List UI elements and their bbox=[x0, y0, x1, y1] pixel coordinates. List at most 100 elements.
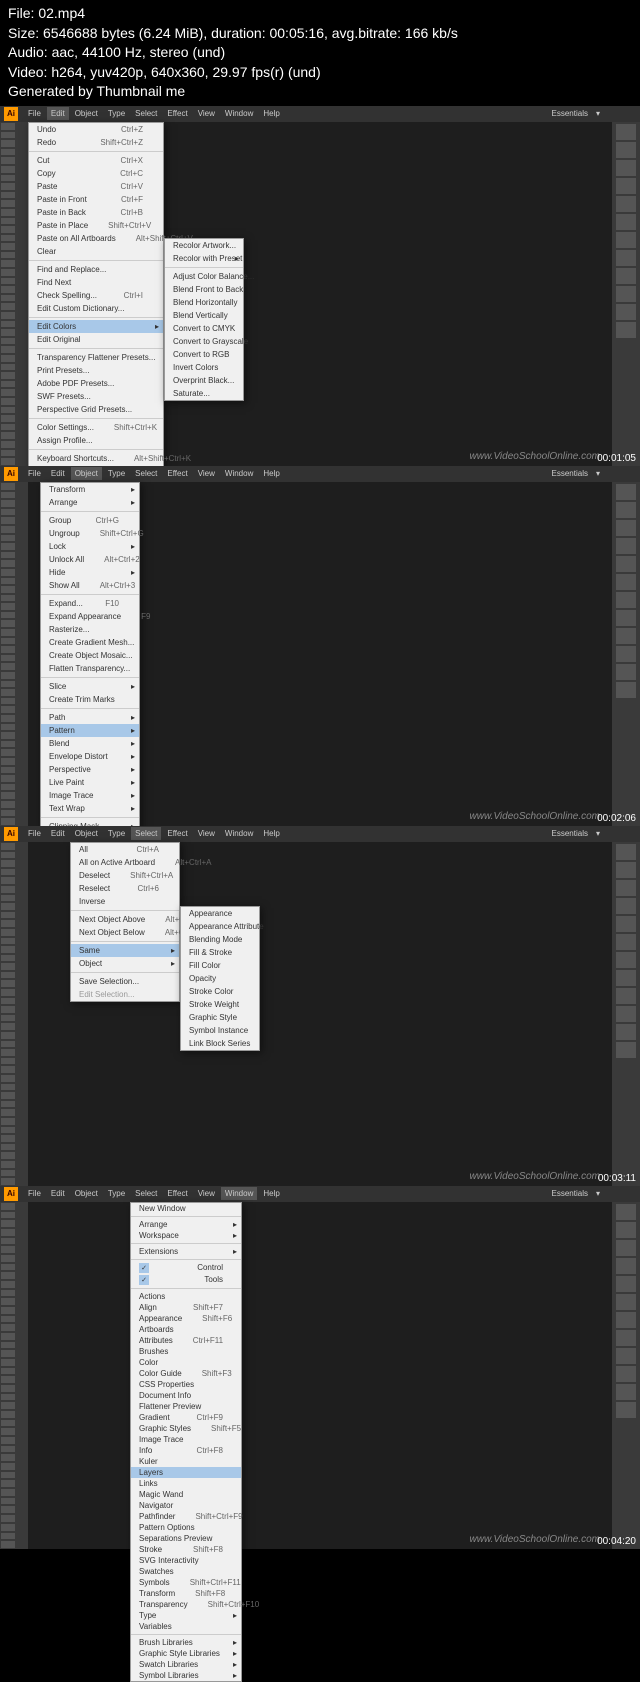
menu-item[interactable]: Color bbox=[131, 1357, 241, 1368]
panel-icon[interactable] bbox=[616, 646, 636, 662]
menu-item[interactable]: Type▸ bbox=[131, 1610, 241, 1621]
menu-item[interactable]: Lock▸ bbox=[41, 540, 139, 553]
menu-item[interactable]: Envelope Distort▸ bbox=[41, 750, 139, 763]
workspace-switcher[interactable]: Essentials ▾ bbox=[548, 106, 600, 122]
tool-icon[interactable] bbox=[1, 183, 15, 190]
tool-icon[interactable] bbox=[1, 1428, 15, 1435]
tool-icon[interactable] bbox=[1, 1229, 15, 1236]
menu-item[interactable]: Fill Color bbox=[181, 959, 259, 972]
panel-icon[interactable] bbox=[616, 1276, 636, 1292]
tool-icon[interactable] bbox=[1, 389, 15, 396]
tool-icon[interactable] bbox=[1, 1350, 15, 1357]
menu-object[interactable]: Object bbox=[71, 827, 102, 840]
tool-icon[interactable] bbox=[1, 767, 15, 774]
edit-colors-submenu[interactable]: Recolor Artwork...Recolor with Preset▸Ad… bbox=[164, 238, 244, 401]
menu-effect[interactable]: Effect bbox=[163, 827, 191, 840]
tool-icon[interactable] bbox=[1, 646, 15, 653]
menu-item[interactable]: Object▸ bbox=[71, 957, 179, 970]
tool-icon[interactable] bbox=[1, 955, 15, 962]
menu-item[interactable]: Variables bbox=[131, 1621, 241, 1632]
tool-icon[interactable] bbox=[1, 321, 15, 328]
tool-icon[interactable] bbox=[1, 989, 15, 996]
tool-icon[interactable] bbox=[1, 209, 15, 216]
menu-item[interactable]: TransformShift+F8 bbox=[131, 1588, 241, 1599]
menu-item[interactable]: Edit Selection... bbox=[71, 988, 179, 1001]
menu-item[interactable]: Clear bbox=[29, 245, 163, 258]
tool-icon[interactable] bbox=[1, 689, 15, 696]
tool-icon[interactable] bbox=[1, 1264, 15, 1271]
menu-window[interactable]: Window bbox=[221, 467, 257, 480]
tool-icon[interactable] bbox=[1, 1144, 15, 1151]
menu-item[interactable]: CutCtrl+X bbox=[29, 154, 163, 167]
menu-item[interactable]: Paste on All ArtboardsAlt+Shift+Ctrl+V bbox=[29, 232, 163, 245]
tool-icon[interactable] bbox=[1, 355, 15, 362]
panel-icon[interactable] bbox=[616, 556, 636, 572]
tool-icon[interactable] bbox=[1, 1203, 15, 1210]
menu-item[interactable]: Blend Vertically bbox=[165, 309, 243, 322]
menu-item[interactable]: Path▸ bbox=[41, 711, 139, 724]
menu-item[interactable]: Link Block Series bbox=[181, 1037, 259, 1050]
tool-icon[interactable] bbox=[1, 852, 15, 859]
tool-icon[interactable] bbox=[1, 303, 15, 310]
tool-icon[interactable] bbox=[1, 784, 15, 791]
menu-help[interactable]: Help bbox=[259, 1187, 283, 1200]
tool-icon[interactable] bbox=[1, 929, 15, 936]
tool-icon[interactable] bbox=[1, 715, 15, 722]
tool-icon[interactable] bbox=[1, 132, 15, 139]
menu-item[interactable]: DeselectShift+Ctrl+A bbox=[71, 869, 179, 882]
menu-file[interactable]: File bbox=[24, 107, 45, 120]
tool-icon[interactable] bbox=[1, 1402, 15, 1409]
menu-item[interactable]: Recolor Artwork... bbox=[165, 239, 243, 252]
menu-item[interactable]: AlignShift+F7 bbox=[131, 1302, 241, 1313]
tool-icon[interactable] bbox=[1, 329, 15, 336]
tool-icon[interactable] bbox=[1, 706, 15, 713]
panel-icon[interactable] bbox=[616, 214, 636, 230]
menu-item[interactable]: Arrange▸ bbox=[131, 1219, 241, 1230]
tool-icon[interactable] bbox=[1, 192, 15, 199]
tool-icon[interactable] bbox=[1, 364, 15, 371]
tool-icon[interactable] bbox=[1, 972, 15, 979]
panel-icon[interactable] bbox=[616, 610, 636, 626]
menu-item[interactable]: Keyboard Shortcuts...Alt+Shift+Ctrl+K bbox=[29, 452, 163, 465]
menu-item[interactable]: Stroke Weight bbox=[181, 998, 259, 1011]
menu-item[interactable]: Edit Colors▸ bbox=[29, 320, 163, 333]
menu-item[interactable]: PathfinderShift+Ctrl+F9 bbox=[131, 1511, 241, 1522]
tool-icon[interactable] bbox=[1, 140, 15, 147]
tool-icon[interactable] bbox=[1, 1032, 15, 1039]
tool-icon[interactable] bbox=[1, 810, 15, 817]
menu-item[interactable]: Arrange▸ bbox=[41, 496, 139, 509]
panel-icon[interactable] bbox=[616, 502, 636, 518]
menu-item[interactable]: Stroke Color bbox=[181, 985, 259, 998]
panel-icon[interactable] bbox=[616, 196, 636, 212]
tool-icon[interactable] bbox=[1, 1533, 15, 1540]
tool-icon[interactable] bbox=[1, 1246, 15, 1253]
tool-icon[interactable] bbox=[1, 1506, 15, 1513]
menu-item[interactable]: PasteCtrl+V bbox=[29, 180, 163, 193]
tool-icon[interactable] bbox=[1, 381, 15, 388]
menu-item[interactable]: AttributesCtrl+F11 bbox=[131, 1335, 241, 1346]
tool-icon[interactable] bbox=[1, 920, 15, 927]
tool-icon[interactable] bbox=[1, 526, 15, 533]
menu-item[interactable]: Opacity bbox=[181, 972, 259, 985]
menu-item[interactable]: Perspective Grid Presets... bbox=[29, 403, 163, 416]
panel-icon[interactable] bbox=[616, 970, 636, 986]
tool-icon[interactable] bbox=[1, 1084, 15, 1091]
tool-icon[interactable] bbox=[1, 1489, 15, 1496]
menu-item[interactable]: Same▸ bbox=[71, 944, 179, 957]
tool-icon[interactable] bbox=[1, 1385, 15, 1392]
menu-edit[interactable]: Edit bbox=[47, 1187, 69, 1200]
tool-icon[interactable] bbox=[1, 860, 15, 867]
menu-item[interactable]: RedoShift+Ctrl+Z bbox=[29, 136, 163, 149]
tool-icon[interactable] bbox=[1, 424, 15, 431]
tools-panel[interactable] bbox=[0, 122, 28, 466]
menu-type[interactable]: Type bbox=[104, 1187, 129, 1200]
menu-item[interactable]: Blend Horizontally bbox=[165, 296, 243, 309]
menu-window[interactable]: Window bbox=[221, 1187, 257, 1200]
menu-item[interactable]: Symbol Instance bbox=[181, 1024, 259, 1037]
workspace-switcher[interactable]: Essentials ▾ bbox=[548, 466, 600, 482]
panel-icon[interactable] bbox=[616, 520, 636, 536]
panel-icon[interactable] bbox=[616, 538, 636, 554]
menu-item[interactable]: Blend▸ bbox=[41, 737, 139, 750]
menu-item[interactable]: Overprint Black... bbox=[165, 374, 243, 387]
panel-icon[interactable] bbox=[616, 628, 636, 644]
